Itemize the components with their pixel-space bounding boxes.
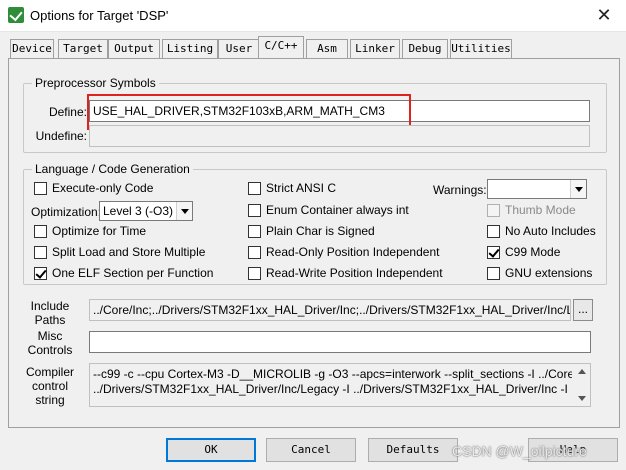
tab-utilities[interactable]: Utilities [450, 39, 512, 58]
no-auto-includes-checkbox[interactable] [487, 225, 500, 238]
undefine-label: Undefine: [35, 129, 87, 143]
c99-mode-label: C99 Mode [505, 245, 561, 259]
chevron-down-icon[interactable] [176, 202, 192, 220]
tab-user[interactable]: User [218, 39, 260, 58]
compiler-string-line2: ../Drivers/STM32F1xx_HAL_Driver/Inc/Lega… [93, 382, 568, 396]
c99-mode-checkbox[interactable] [487, 246, 500, 259]
enum-container-label: Enum Container always int [266, 203, 409, 217]
chevron-down-icon[interactable] [570, 180, 586, 198]
ropi-label: Read-Only Position Independent [266, 245, 440, 259]
compiler-string-label: Compiler control string [23, 365, 77, 407]
strict-ansi-checkbox[interactable] [248, 182, 261, 195]
execute-only-checkbox[interactable] [34, 182, 47, 195]
split-load-label: Split Load and Store Multiple [52, 245, 206, 259]
ok-button[interactable]: OK [166, 438, 256, 462]
compiler-string-label-line3: string [35, 393, 65, 407]
strict-ansi-label: Strict ANSI C [266, 181, 337, 195]
plain-char-checkbox[interactable] [248, 225, 261, 238]
close-icon[interactable]: ✕ [592, 4, 616, 28]
one-elf-label: One ELF Section per Function [52, 266, 214, 280]
misc-controls-label-line1: Misc [37, 329, 63, 343]
defaults-button[interactable]: Defaults [368, 438, 458, 462]
tab-target[interactable]: Target [58, 39, 108, 58]
thumb-mode-label: Thumb Mode [505, 203, 576, 217]
optimization-label: Optimization: [31, 205, 102, 219]
compiler-string-textarea[interactable]: --c99 -c --cpu Cortex-M3 -D__MICROLIB -g… [89, 363, 591, 407]
thumb-mode-checkbox [487, 204, 500, 217]
window-title: Options for Target 'DSP' [30, 8, 169, 23]
scroll-up-icon[interactable] [578, 369, 586, 374]
rwpi-label: Read-Write Position Independent [266, 266, 443, 280]
compiler-string-label-line1: Compiler [25, 365, 74, 379]
optimize-time-checkbox[interactable] [34, 225, 47, 238]
one-elf-checkbox[interactable] [34, 267, 47, 280]
tab-linker[interactable]: Linker [350, 39, 400, 58]
keil-app-icon [8, 7, 24, 23]
compiler-string-label-line2: control [31, 379, 69, 393]
no-auto-includes-label: No Auto Includes [505, 224, 596, 238]
include-paths-browse-button[interactable]: ... [573, 299, 593, 321]
include-paths-label: Include Paths [23, 299, 77, 327]
enum-container-checkbox[interactable] [248, 204, 261, 217]
split-load-checkbox[interactable] [34, 246, 47, 259]
gnu-extensions-checkbox[interactable] [487, 267, 500, 280]
misc-controls-label: Misc Controls [23, 329, 77, 357]
optimization-value: Level 3 (-O3) [103, 204, 174, 218]
tab-device[interactable]: Device [10, 39, 54, 58]
cancel-button[interactable]: Cancel [266, 438, 356, 462]
tab-output[interactable]: Output [108, 39, 160, 58]
execute-only-label: Execute-only Code [52, 181, 154, 195]
language-group-title: Language / Code Generation [32, 162, 193, 176]
misc-controls-label-line2: Controls [27, 343, 73, 357]
undefine-input[interactable] [89, 125, 590, 147]
rwpi-checkbox[interactable] [248, 267, 261, 280]
define-label: Define: [48, 105, 87, 119]
c-cpp-panel: Preprocessor Symbols Define: USE_HAL_DRI… [8, 58, 620, 428]
plain-char-label: Plain Char is Signed [266, 224, 375, 238]
warnings-label: Warnings: [433, 183, 487, 197]
watermark: CSDN @W_oilpicture [452, 443, 587, 459]
compiler-string-scrollbar[interactable] [574, 364, 590, 406]
tab-asm[interactable]: Asm [306, 39, 348, 58]
include-paths-input[interactable]: ../Core/Inc;../Drivers/STM32F1xx_HAL_Dri… [89, 299, 571, 321]
tab-debug[interactable]: Debug [402, 39, 448, 58]
tab-c-cpp[interactable]: C/C++ [258, 36, 304, 58]
optimization-select[interactable]: Level 3 (-O3) [99, 201, 193, 221]
warnings-select[interactable] [487, 179, 587, 199]
gnu-extensions-label: GNU extensions [505, 266, 593, 280]
title-bar: Options for Target 'DSP' ✕ [0, 0, 626, 32]
preprocessor-group-title: Preprocessor Symbols [32, 76, 159, 90]
include-paths-label-line1: Include [30, 299, 70, 313]
scroll-down-icon[interactable] [578, 396, 586, 401]
ropi-checkbox[interactable] [248, 246, 261, 259]
include-paths-label-line2: Paths [34, 313, 66, 327]
tab-listing[interactable]: Listing [162, 39, 218, 58]
compiler-string-line1: --c99 -c --cpu Cortex-M3 -D__MICROLIB -g… [93, 367, 572, 381]
optimize-time-label: Optimize for Time [52, 224, 147, 238]
misc-controls-input[interactable] [89, 331, 591, 353]
